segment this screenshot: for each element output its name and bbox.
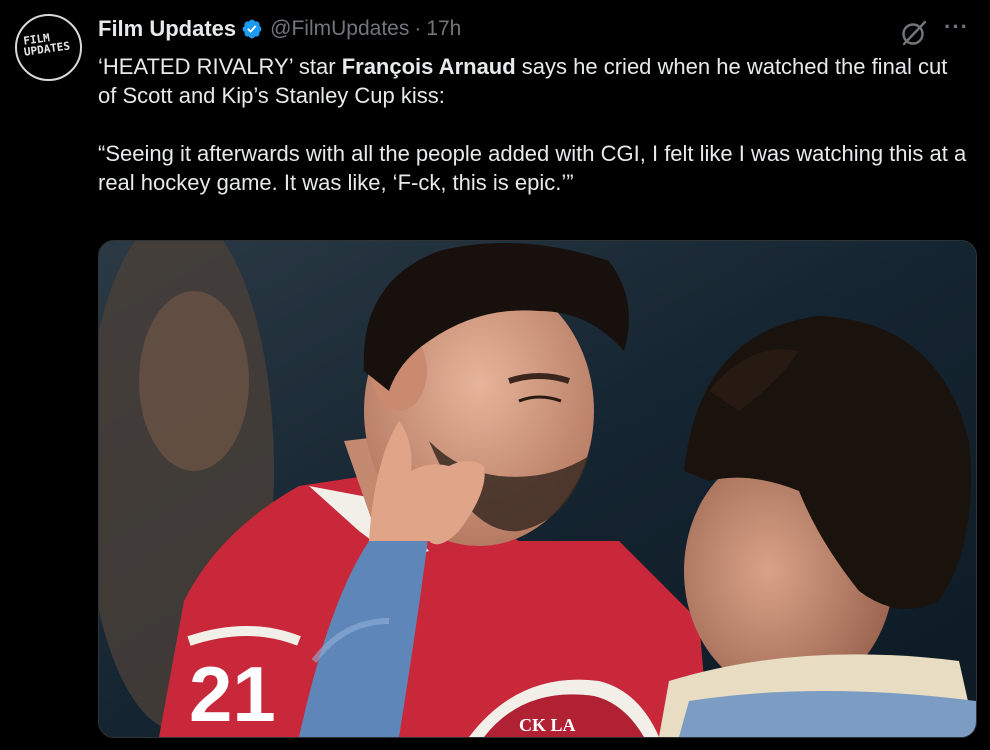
jersey-number: 21 [189,650,276,737]
tweet-photo[interactable]: 21 CK LA [98,240,977,738]
tweet-header: Film Updates @FilmUpdates · 17h [98,14,461,44]
author-handle[interactable]: @FilmUpdates [270,17,409,41]
tweet-intro-part1: ‘HEATED RIVALRY’ star [98,54,342,79]
jersey-crest-text: CK LA [519,715,576,735]
timestamp[interactable]: 17h [426,17,461,41]
film-updates-logo: FILM UPDATES [22,28,80,59]
actor-name: François Arnaud [341,54,516,79]
tweet-quote: “Seeing it afterwards with all the peopl… [98,141,967,195]
grok-icon[interactable] [899,18,929,48]
separator-dot: · [414,17,422,40]
tweet-text: ‘HEATED RIVALRY’ star François Arnaud sa… [98,52,968,197]
author-name[interactable]: Film Updates [98,16,236,42]
more-options-button[interactable]: ··· [944,14,969,40]
avatar[interactable]: FILM UPDATES [15,14,82,81]
tweet-intro: ‘HEATED RIVALRY’ star François Arnaud sa… [98,52,968,110]
verified-badge-icon [242,19,262,39]
photo-illustration: 21 CK LA [99,241,976,737]
